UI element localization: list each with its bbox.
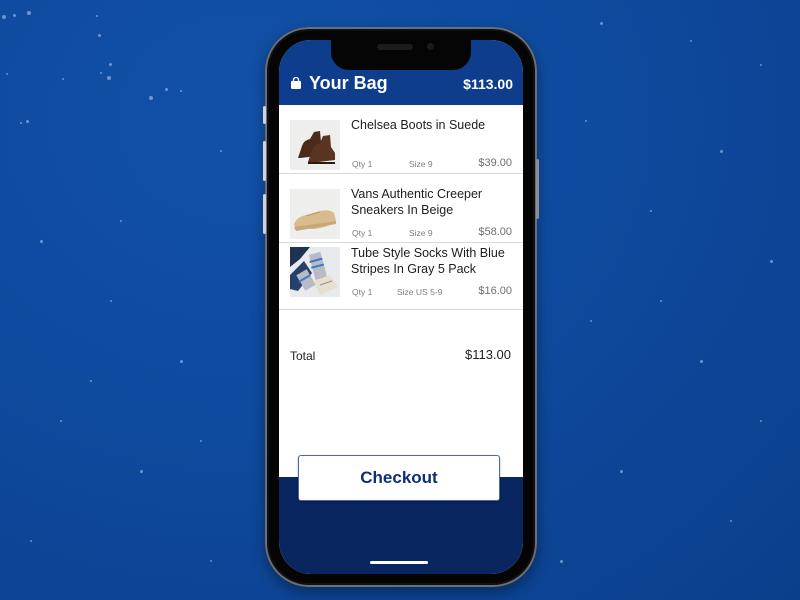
background-speck	[62, 78, 64, 80]
speaker-grille	[377, 44, 413, 50]
header-total: $113.00	[463, 76, 513, 92]
background-speck	[109, 63, 112, 66]
background-speck	[180, 90, 182, 92]
total-value: $113.00	[464, 347, 511, 362]
background-speck	[90, 380, 92, 382]
background-speck	[110, 300, 112, 302]
product-qty: Qty 1	[352, 287, 373, 297]
notch	[331, 40, 471, 70]
background-speck	[620, 470, 623, 473]
total-label: Total	[290, 349, 316, 363]
product-price: $58.00	[478, 226, 512, 238]
background-speck	[96, 15, 98, 17]
background-speck	[760, 64, 762, 66]
order-total-row: Total $113.00	[279, 345, 523, 369]
phone-screen: Your Bag $113.00 Chelsea Boots in Suede …	[279, 40, 523, 574]
power-button	[536, 159, 539, 219]
cart-item[interactable]: Tube Style Socks With Blue Stripes In Gr…	[279, 243, 523, 310]
product-size: Size US 5-9	[397, 287, 443, 297]
product-image-tube-socks[interactable]	[290, 247, 340, 297]
background-speck	[6, 73, 8, 75]
background-speck	[730, 520, 732, 522]
mute-switch	[263, 106, 266, 124]
background-speck	[100, 72, 102, 74]
cart-items-list: Chelsea Boots in Suede Qty 1 Size 9 $39.…	[279, 105, 523, 310]
background-speck	[30, 540, 32, 542]
background-speck	[210, 560, 212, 562]
cart-item[interactable]: Chelsea Boots in Suede Qty 1 Size 9 $39.…	[279, 105, 523, 174]
background-speck	[140, 470, 143, 473]
background-speck	[180, 360, 183, 363]
background-speck	[20, 122, 22, 124]
product-image-creeper-sneakers[interactable]	[290, 189, 340, 239]
front-camera	[427, 43, 434, 50]
background-speck	[13, 14, 16, 17]
background-speck	[660, 300, 662, 302]
product-price: $39.00	[478, 157, 512, 169]
background-speck	[720, 150, 723, 153]
product-qty: Qty 1	[352, 159, 373, 169]
background-speck	[27, 11, 31, 15]
background-speck	[107, 76, 111, 80]
product-name[interactable]: Chelsea Boots in Suede	[351, 117, 516, 133]
home-indicator[interactable]	[370, 561, 428, 564]
background-speck	[700, 360, 703, 363]
background-speck	[650, 210, 652, 212]
background-speck	[200, 440, 202, 442]
background-speck	[60, 420, 62, 422]
background-speck	[770, 260, 773, 263]
phone-frame: Your Bag $113.00 Chelsea Boots in Suede …	[263, 27, 539, 587]
shopping-bag-icon	[291, 77, 301, 89]
background-speck	[600, 22, 603, 25]
product-qty: Qty 1	[352, 228, 373, 238]
volume-down-button	[263, 194, 266, 234]
background-speck	[2, 15, 6, 19]
background-speck	[220, 150, 222, 152]
product-name[interactable]: Tube Style Socks With Blue Stripes In Gr…	[351, 245, 516, 277]
cart-item[interactable]: Vans Authentic Creeper Sneakers In Beige…	[279, 174, 523, 243]
background-speck	[690, 40, 692, 42]
product-image-chelsea-boots[interactable]	[290, 120, 340, 170]
background-speck	[149, 96, 153, 100]
page-title: Your Bag	[309, 73, 388, 93]
checkout-button[interactable]: Checkout	[298, 455, 500, 501]
background-speck	[26, 120, 29, 123]
background-speck	[165, 88, 168, 91]
background-speck	[585, 120, 587, 122]
background-speck	[590, 320, 592, 322]
product-size: Size 9	[409, 159, 433, 169]
background-speck	[40, 240, 43, 243]
background-speck	[120, 220, 122, 222]
product-size: Size 9	[409, 228, 433, 238]
volume-up-button	[263, 141, 266, 181]
background-speck	[760, 420, 762, 422]
background-speck	[98, 34, 101, 37]
background-speck	[560, 560, 563, 563]
product-price: $16.00	[478, 285, 512, 297]
product-name[interactable]: Vans Authentic Creeper Sneakers In Beige	[351, 186, 516, 218]
